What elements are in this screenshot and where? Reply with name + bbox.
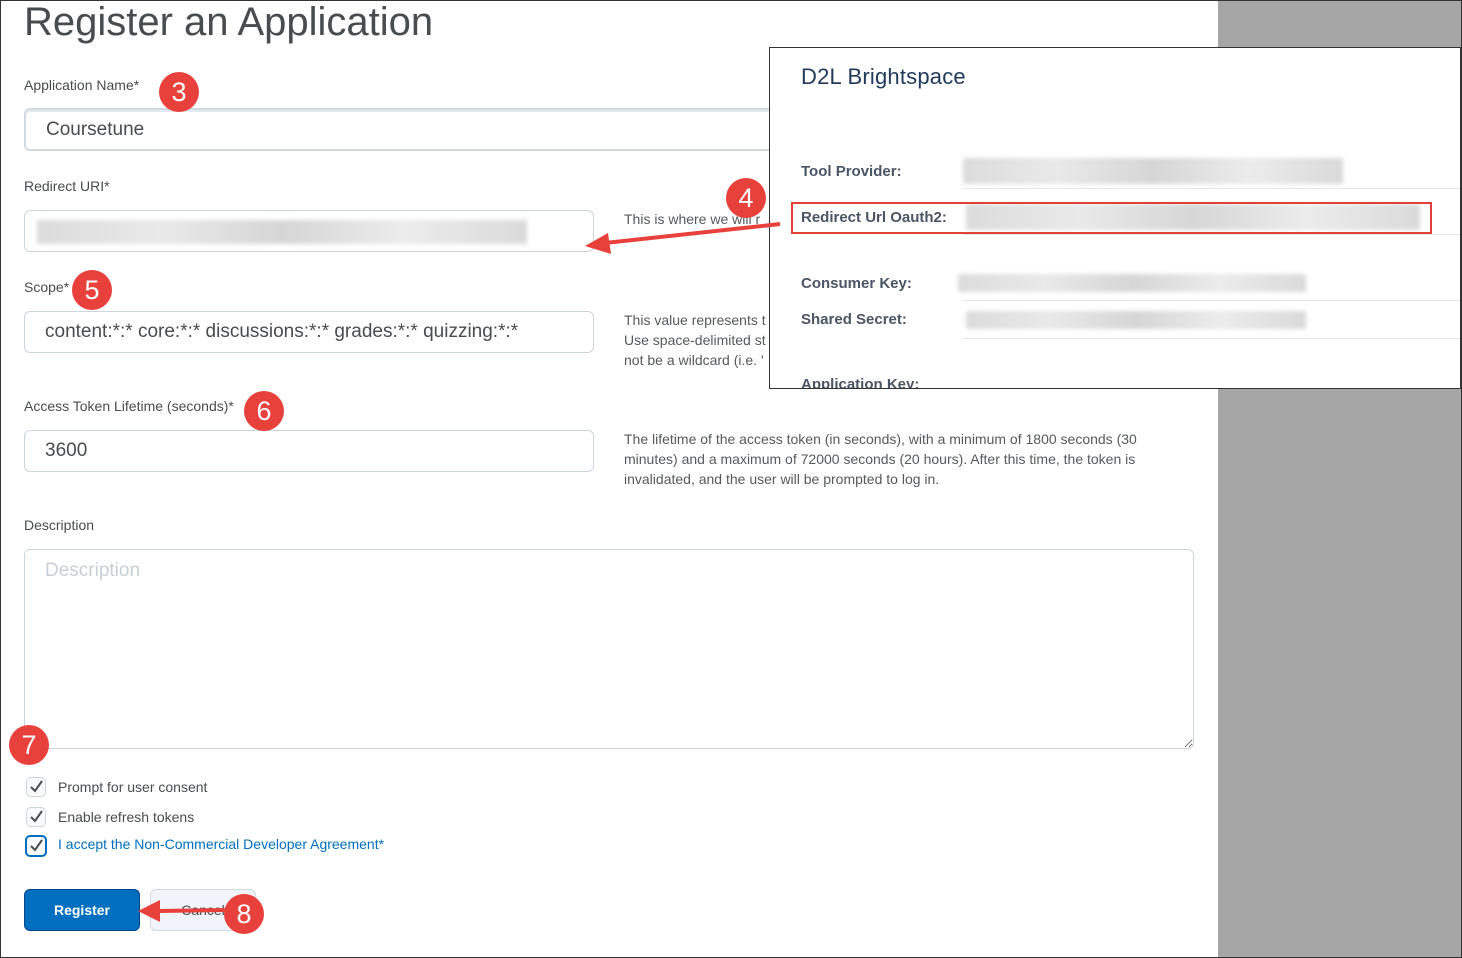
arrow-head-4: [585, 233, 611, 254]
step-marker-7: 7: [9, 725, 49, 765]
arrow-head-8: [138, 900, 160, 922]
arrow-line-8: [157, 908, 229, 913]
arrow-line-4: [604, 222, 781, 245]
step-marker-3: 3: [159, 72, 199, 112]
step-marker-8: 8: [224, 894, 264, 934]
step-marker-6: 6: [244, 391, 284, 431]
step-marker-5: 5: [72, 270, 112, 310]
step-marker-4: 4: [726, 178, 766, 218]
annotation-arrows: [138, 222, 781, 922]
